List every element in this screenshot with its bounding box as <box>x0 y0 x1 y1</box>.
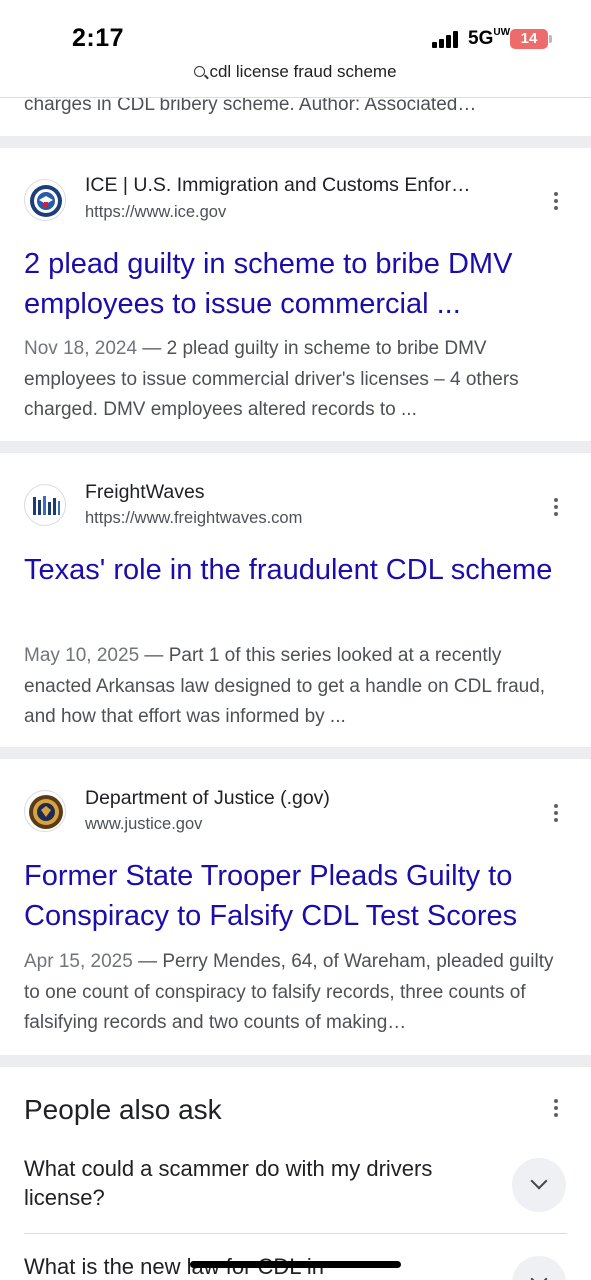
search-result: Department of Justice (.gov) www.justice… <box>0 759 591 1055</box>
freightwaves-logo-icon[interactable] <box>24 484 66 526</box>
more-options-icon[interactable] <box>548 801 564 827</box>
result-date: Nov 18, 2024 <box>24 338 138 359</box>
result-title-link[interactable]: Former State Trooper Pleads Guilty to Co… <box>24 856 569 936</box>
people-also-ask-heading: People also ask <box>24 1094 222 1125</box>
home-indicator[interactable] <box>190 1261 401 1268</box>
result-title-link[interactable]: 2 plead guilty in scheme to bribe DMV em… <box>24 244 569 324</box>
status-time: 2:17 <box>72 24 125 52</box>
header-divider <box>0 97 591 98</box>
result-site-name[interactable]: ICE | U.S. Immigration and Customs Enfor… <box>85 174 470 197</box>
paa-question[interactable]: What could a scammer do with my drivers … <box>24 1154 444 1212</box>
section-separator <box>0 1055 591 1067</box>
result-url[interactable]: www.justice.gov <box>85 815 202 834</box>
more-options-icon[interactable] <box>548 495 564 521</box>
search-result: FreightWaves https://www.freightwaves.co… <box>0 453 591 746</box>
doj-seal-icon[interactable] <box>24 790 66 832</box>
result-snippet: Nov 18, 2024 — 2 plead guilty in scheme … <box>24 338 519 420</box>
result-url[interactable]: https://www.freightwaves.com <box>85 509 302 528</box>
battery-icon: 14 <box>510 29 548 49</box>
search-query-text: cdl license fraud scheme <box>209 62 397 81</box>
more-options-icon[interactable] <box>548 1096 564 1122</box>
battery-tip <box>549 35 552 43</box>
section-separator <box>0 136 591 148</box>
section-separator <box>0 747 591 759</box>
more-options-icon[interactable] <box>548 189 564 215</box>
chevron-down-icon[interactable] <box>512 1256 566 1280</box>
section-separator <box>0 441 591 453</box>
result-title-link[interactable]: Texas' role in the fraudulent CDL scheme <box>24 550 569 590</box>
result-snippet: May 10, 2025 — Part 1 of this series loo… <box>24 645 546 727</box>
search-result: ICE | U.S. Immigration and Customs Enfor… <box>0 148 591 441</box>
search-query-bar[interactable]: cdl license fraud scheme <box>0 62 591 88</box>
result-snippet: Apr 15, 2025 — Perry Mendes, 64, of Ware… <box>24 951 554 1033</box>
result-site-name[interactable]: FreightWaves <box>85 481 205 504</box>
result-date: Apr 15, 2025 <box>24 951 133 972</box>
result-date: May 10, 2025 <box>24 645 140 666</box>
chevron-down-icon[interactable] <box>512 1158 566 1212</box>
result-url[interactable]: https://www.ice.gov <box>85 203 226 222</box>
search-icon <box>194 66 206 77</box>
status-bar: 2:17 5GUW 14 <box>0 0 591 62</box>
paa-divider <box>24 1233 567 1234</box>
result-site-name[interactable]: Department of Justice (.gov) <box>85 787 330 810</box>
cellular-signal-icon <box>432 30 462 48</box>
ice-seal-icon[interactable] <box>24 179 66 221</box>
network-type: 5GUW <box>468 27 511 50</box>
